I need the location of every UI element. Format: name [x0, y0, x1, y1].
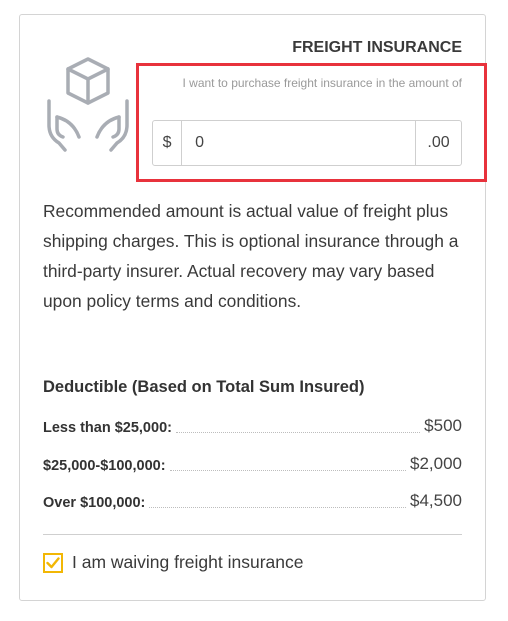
- card-title: FREIGHT INSURANCE: [292, 39, 462, 56]
- package-hands-icon: [47, 57, 129, 152]
- dotted-leader: [149, 507, 406, 508]
- deductible-row-label: $25,000-$100,000:: [43, 458, 166, 474]
- currency-prefix: $: [153, 121, 183, 165]
- deductible-row: $25,000-$100,000: $2,000: [43, 452, 462, 474]
- dotted-leader: [175, 432, 421, 433]
- insurance-amount-field[interactable]: $ .00: [152, 120, 462, 166]
- deductible-row-value: $2,000: [410, 454, 462, 473]
- insurance-description: Recommended amount is actual value of fr…: [43, 201, 459, 311]
- deductible-title: Deductible (Based on Total Sum Insured): [43, 378, 365, 396]
- cents-suffix: .00: [415, 121, 461, 165]
- deductible-row-label: Less than $25,000:: [43, 420, 172, 436]
- deductible-row: Less than $25,000: $500: [43, 414, 462, 436]
- waive-insurance-checkbox[interactable]: [43, 552, 63, 573]
- dotted-leader: [169, 470, 406, 471]
- deductible-row-value: $4,500: [410, 491, 462, 510]
- divider: [43, 534, 462, 535]
- deductible-row-value: $500: [424, 416, 462, 435]
- check-icon: [46, 556, 60, 568]
- insurance-amount-input[interactable]: [182, 121, 416, 165]
- waive-insurance-label: I am waiving freight insurance: [72, 552, 304, 572]
- purchase-hint: I want to purchase freight insurance in …: [182, 76, 463, 90]
- deductible-row: Over $100,000: $4,500: [43, 489, 462, 511]
- waive-insurance-option[interactable]: I am waiving freight insurance: [43, 552, 304, 573]
- deductible-row-label: Over $100,000:: [43, 495, 146, 511]
